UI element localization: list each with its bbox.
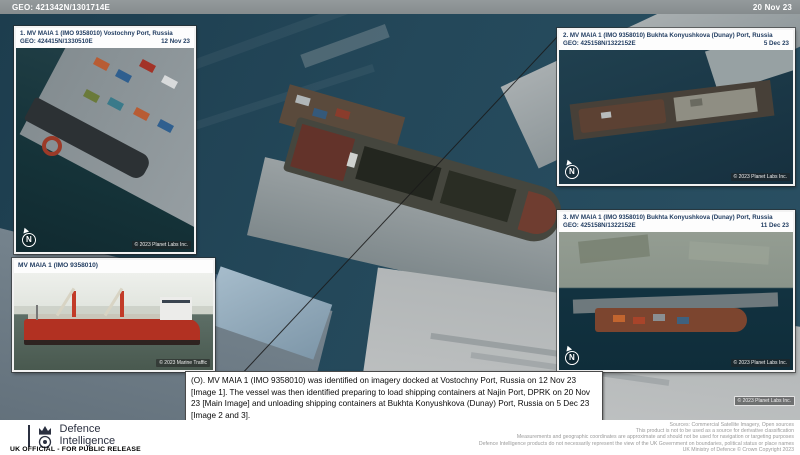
main-image-credit: © 2023 Planet Labs Inc.	[733, 396, 795, 406]
fore-mast	[36, 304, 38, 320]
caption-text: (O). MV MAIA 1 (IMO 9358010) was identif…	[191, 376, 590, 420]
main-image-date: 20 Nov 23	[752, 2, 792, 12]
ship-superstructure	[160, 296, 192, 320]
inset-3-satellite-image: N © 2023 Planet Labs Inc.	[559, 232, 793, 370]
container-block	[653, 313, 665, 321]
docked-vessel	[578, 99, 667, 134]
inset-3-credit: © 2023 Planet Labs Inc.	[730, 359, 790, 367]
classification-marking: UK OFFICIAL - FOR PUBLIC RELEASE	[10, 446, 141, 453]
north-compass-icon: N	[563, 349, 581, 367]
terrain-patch	[578, 234, 650, 264]
north-compass-icon: N	[20, 231, 38, 249]
inset-3-header: 3. MV MAIA 1 (IMO 9358010) Bukhta Konyus…	[559, 212, 793, 233]
container-block	[613, 314, 625, 322]
crane-post	[120, 291, 124, 318]
footer-disclaimers: Sources: Commercial Satellite Imagery, O…	[479, 422, 794, 455]
inset-1-credit: © 2023 Planet Labs Inc.	[131, 241, 191, 249]
dock-top-center	[300, 24, 390, 68]
ship-hull	[24, 319, 200, 346]
logo-divider	[28, 425, 30, 447]
crane-arc	[42, 136, 62, 157]
floating-dock	[673, 87, 758, 122]
inset-3-title: 3. MV MAIA 1 (IMO 9358010) Bukhta Konyus…	[563, 214, 773, 221]
bridge-windows	[162, 299, 190, 303]
vessel-stern	[290, 123, 356, 182]
inset-2-header: 2. MV MAIA 1 (IMO 9358010) Bukhta Konyus…	[559, 30, 793, 51]
ship-photograph: © 2023 Marine Traffic	[14, 272, 213, 370]
inset-2-date: 5 Dec 23	[763, 40, 789, 48]
container-block	[295, 94, 311, 107]
terrain-patch	[688, 241, 770, 265]
inset-image-3-bukhta: 3. MV MAIA 1 (IMO 9358010) Bukhta Konyus…	[557, 210, 795, 372]
intelligence-report-page: GEO: 421342N/1301714E 20 Nov 23 © 2023 P…	[0, 0, 800, 455]
inset-2-credit: © 2023 Planet Labs Inc.	[730, 173, 790, 181]
inset-image-1-vostochny: 1. MV MAIA 1 (IMO 9358010) Vostochny Por…	[14, 26, 196, 254]
inset-ship-photo: MV MAIA 1 (IMO 9358010) © 2023 Marine Tr…	[12, 258, 215, 372]
disclaimer-line: UK Ministry of Defence © Crown Copyright…	[682, 446, 794, 453]
container-block	[334, 108, 351, 120]
inset-3-geo: GEO: 425158N/1322152E	[563, 222, 636, 230]
pier-structure	[569, 79, 775, 141]
container-block	[312, 107, 328, 120]
vessel-hold	[355, 145, 442, 201]
inset-1-geo: GEO: 424415N/1330510E	[20, 38, 93, 46]
inset-1-date: 12 Nov 23	[161, 38, 190, 46]
inset-photo-title: MV MAIA 1 (IMO 9358010)	[18, 262, 99, 269]
inset-3-date: 11 Dec 23	[760, 222, 789, 230]
ship-waterline	[24, 340, 200, 346]
org-name: Defence Intelligence	[60, 424, 116, 447]
inset-1-header: 1. MV MAIA 1 (IMO 9358010) Vostochny Por…	[16, 28, 194, 49]
top-geo-bar: GEO: 421342N/1301714E 20 Nov 23	[0, 0, 800, 14]
vessel-hold	[439, 170, 517, 223]
disclaimer-line: Measurements and geographic coordinates …	[516, 434, 794, 441]
inset-photo-header: MV MAIA 1 (IMO 9358010)	[14, 260, 213, 273]
main-geo-coordinates: GEO: 421342N/1301714E	[12, 2, 111, 12]
inset-2-geo: GEO: 425158N/1322152E	[563, 40, 636, 48]
container-block	[677, 316, 689, 324]
inset-2-satellite-image: N © 2023 Planet Labs Inc.	[559, 50, 793, 184]
inset-1-satellite-image: N © 2023 Planet Labs Inc.	[16, 48, 194, 252]
inset-1-title: 1. MV MAIA 1 (IMO 9358010) Vostochny Por…	[20, 30, 173, 37]
crane-post	[72, 291, 76, 318]
container-block	[633, 316, 645, 324]
footer-bar: Defence Intelligence UK OFFICIAL - FOR P…	[0, 420, 800, 455]
analysis-caption-box: (O). MV MAIA 1 (IMO 9358010) was identif…	[185, 371, 603, 426]
photo-credit: © 2023 Marine Traffic	[156, 359, 210, 367]
inset-image-2-bukhta: 2. MV MAIA 1 (IMO 9358010) Bukhta Konyus…	[557, 28, 795, 186]
north-compass-icon: N	[563, 163, 581, 181]
inset-2-title: 2. MV MAIA 1 (IMO 9358010) Bukhta Konyus…	[563, 32, 773, 39]
docked-vessel	[595, 307, 747, 332]
